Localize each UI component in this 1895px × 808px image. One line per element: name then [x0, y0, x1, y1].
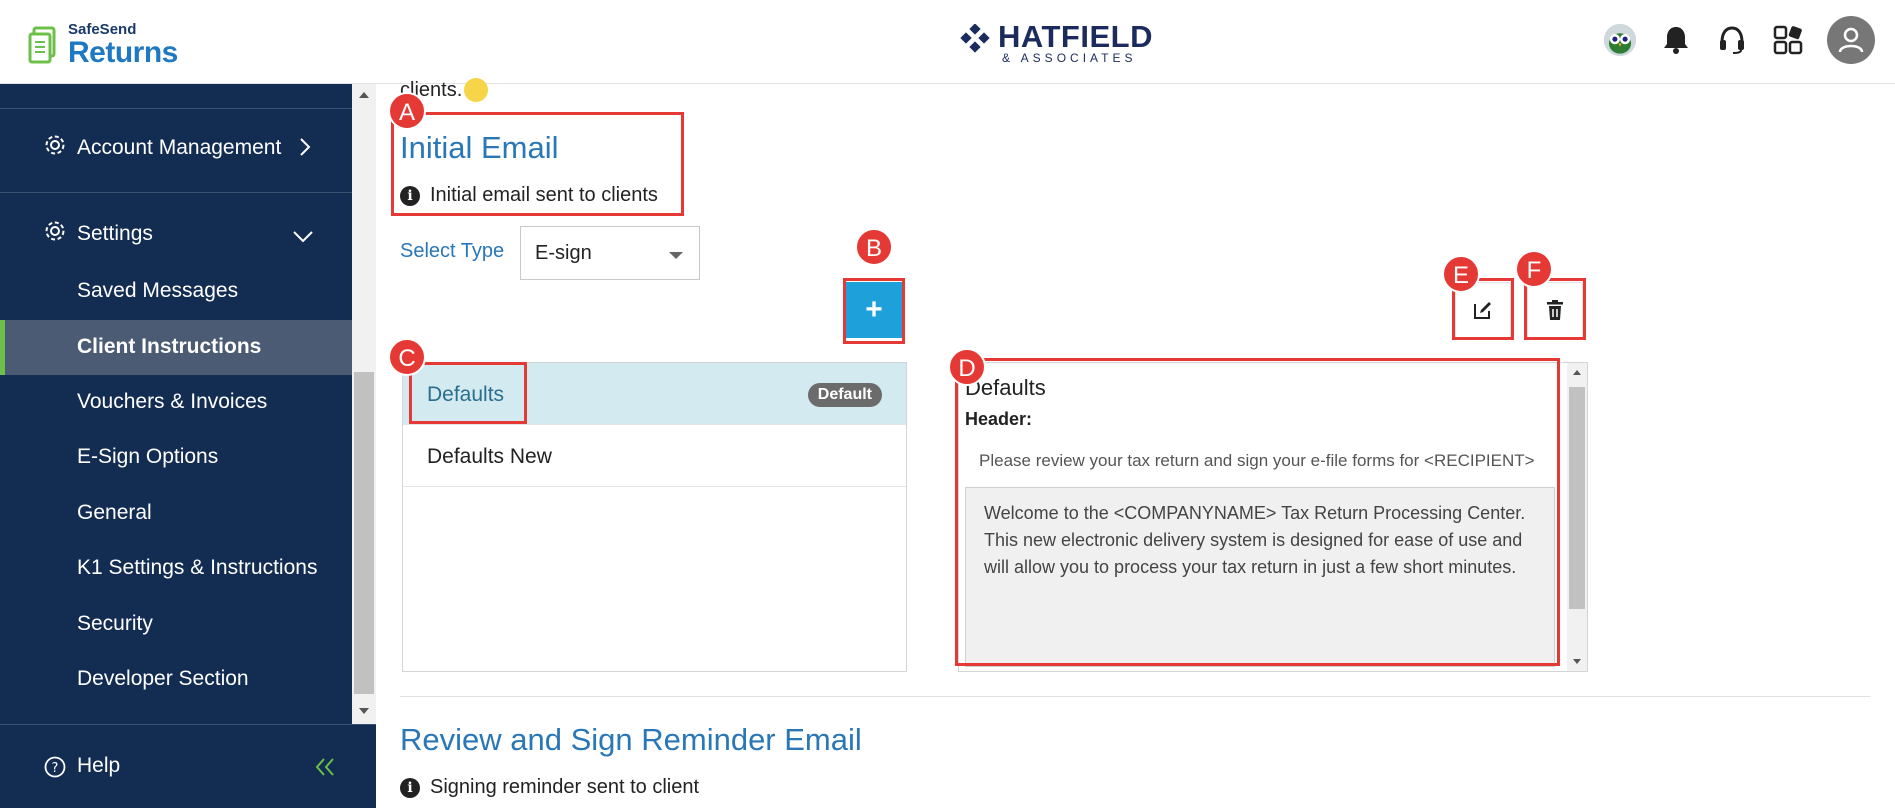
annotation-label-f: F	[1515, 250, 1553, 288]
apps-grid-icon[interactable]	[1771, 23, 1805, 57]
scroll-up-icon[interactable]	[352, 84, 376, 108]
sidebar-divider	[0, 108, 352, 109]
sidebar-item-label: Client Instructions	[77, 335, 262, 358]
gear-icon	[44, 134, 66, 162]
default-badge: Default	[807, 383, 882, 407]
sidebar-item-esign-options[interactable]: E-Sign Options	[0, 430, 352, 485]
firm-logo-icon	[958, 22, 992, 63]
delete-button[interactable]	[1527, 282, 1583, 338]
message-preview: Defaults Header: Please review your tax …	[958, 362, 1588, 672]
gear-icon	[44, 220, 66, 248]
help-bubble-icon[interactable]	[464, 78, 489, 102]
list-item-label: Defaults	[427, 383, 505, 406]
list-item-label: Defaults New	[427, 445, 552, 468]
sidebar: Account Management Settings Saved Messag…	[0, 84, 352, 808]
caret-down-icon	[669, 252, 683, 259]
collapse-sidebar-icon[interactable]	[314, 757, 336, 783]
sidebar-item-label: K1 Settings & Instructions	[77, 556, 318, 579]
annotation-label-b: B	[855, 228, 893, 266]
sidebar-item-vouchers-invoices[interactable]: Vouchers & Invoices	[0, 375, 352, 430]
sidebar-item-label: Vouchers & Invoices	[77, 390, 268, 413]
trash-icon	[1547, 300, 1563, 320]
scroll-down-icon[interactable]	[1567, 651, 1587, 671]
list-item[interactable]: Defaults Default	[403, 363, 906, 425]
help-circle-icon: ?	[44, 756, 66, 784]
logo-big-text: Returns	[68, 36, 178, 69]
sidebar-item-settings[interactable]: Settings	[0, 214, 352, 254]
section-info-text: Initial email sent to clients	[430, 184, 658, 206]
select-type-value: E-sign	[535, 242, 592, 264]
sidebar-item-client-instructions[interactable]: Client Instructions	[0, 320, 352, 375]
help-label: Help	[77, 754, 121, 777]
scroll-down-icon[interactable]	[352, 698, 376, 722]
sidebar-item-label: Saved Messages	[77, 279, 239, 302]
sidebar-scrollbar-thumb[interactable]	[354, 372, 374, 694]
preview-body: Welcome to the <COMPANYNAME> Tax Return …	[965, 487, 1555, 667]
sidebar-divider	[0, 192, 352, 193]
sidebar-item-general[interactable]: General	[0, 486, 352, 541]
safesend-logo[interactable]: SafeSend Returns	[28, 22, 178, 68]
message-list: Defaults Default Defaults New	[402, 362, 907, 672]
sidebar-item-label: Developer Section	[77, 667, 249, 690]
top-bar: SafeSend Returns HATFIELD & ASSOCIATES	[0, 0, 1895, 84]
section-info: i Initial email sent to clients	[400, 184, 658, 207]
preview-subject: Please review your tax return and sign y…	[979, 451, 1535, 470]
annotation-label-a: A	[388, 92, 426, 130]
select-type-dropdown[interactable]: E-sign	[520, 226, 700, 280]
sidebar-item-label: Security	[77, 612, 153, 635]
select-type-label: Select Type	[400, 240, 505, 262]
section-divider	[400, 696, 1870, 697]
user-avatar-icon[interactable]	[1827, 16, 1875, 64]
firm-brand: HATFIELD & ASSOCIATES	[958, 19, 1153, 65]
chevron-down-icon	[292, 226, 314, 250]
headset-icon[interactable]	[1715, 23, 1749, 57]
section-title-initial-email: Initial Email	[400, 130, 559, 165]
owl-avatar-icon[interactable]	[1603, 23, 1637, 57]
scroll-up-icon[interactable]	[1567, 363, 1587, 383]
sidebar-item-account-management[interactable]: Account Management	[0, 128, 352, 168]
info-icon: i	[400, 777, 420, 798]
info-icon: i	[400, 185, 420, 206]
section-info: i Signing reminder sent to client	[400, 776, 699, 799]
annotation-label-d: D	[948, 348, 986, 386]
sidebar-item-label: Settings	[77, 222, 153, 245]
list-item[interactable]: Defaults New	[403, 425, 906, 487]
sidebar-item-k1-settings[interactable]: K1 Settings & Instructions	[0, 541, 352, 596]
annotation-label-c: C	[388, 338, 426, 376]
section-title-reminder-email: Review and Sign Reminder Email	[400, 722, 862, 757]
bell-icon[interactable]	[1659, 23, 1693, 57]
brand-sub: & ASSOCIATES	[1002, 51, 1137, 65]
sidebar-item-security[interactable]: Security	[0, 597, 352, 652]
preview-scrollbar-thumb[interactable]	[1569, 387, 1585, 609]
chevron-right-icon	[298, 136, 312, 164]
sidebar-item-developer-section[interactable]: Developer Section	[0, 652, 352, 707]
sidebar-item-label: Account Management	[77, 136, 282, 159]
sidebar-item-saved-messages[interactable]: Saved Messages	[0, 264, 352, 319]
document-icon	[28, 26, 58, 64]
sidebar-item-label: General	[77, 501, 152, 524]
section-info-text: Signing reminder sent to client	[430, 776, 700, 798]
preview-header-label: Header:	[965, 409, 1033, 429]
sidebar-item-help[interactable]: ? Help	[0, 724, 376, 808]
annotation-label-e: E	[1442, 255, 1480, 293]
add-message-button[interactable]: +	[846, 282, 902, 338]
edit-icon	[1474, 302, 1491, 319]
sidebar-item-label: E-Sign Options	[77, 445, 219, 468]
svg-text:?: ?	[52, 761, 59, 776]
brand-name: HATFIELD	[998, 19, 1153, 54]
